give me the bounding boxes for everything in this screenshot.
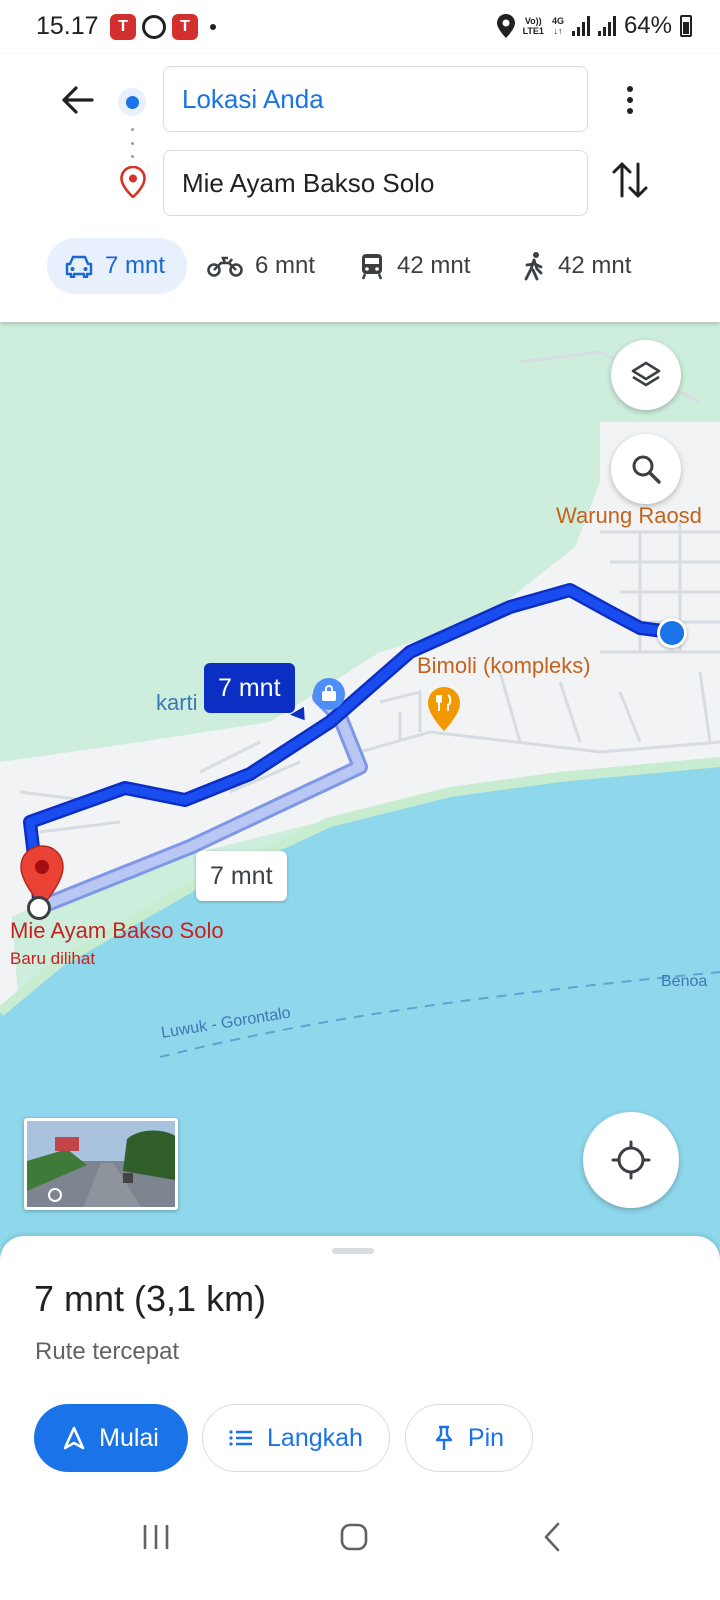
route-end-dot-icon <box>27 896 51 920</box>
place-label-benoa: Benoa <box>661 973 708 990</box>
battery-icon <box>680 15 692 37</box>
destination-pin-icon <box>120 166 146 198</box>
system-navigation-bar <box>0 1500 720 1600</box>
pin-button[interactable]: Pin <box>405 1404 533 1472</box>
destination-text: Mie Ayam Bakso Solo <box>182 167 435 198</box>
swap-directions-button[interactable] <box>610 158 650 202</box>
more-notifications-dot-icon <box>210 24 216 30</box>
transit-icon <box>361 254 383 280</box>
current-location-dot-icon <box>657 618 687 648</box>
steps-button[interactable]: Langkah <box>202 1404 390 1472</box>
street-view-thumbnail[interactable] <box>24 1118 178 1210</box>
origin-dot-icon <box>118 88 146 116</box>
mode-transit-tab[interactable]: 42 mnt <box>359 238 470 294</box>
notification-app-icon: T <box>110 14 136 40</box>
more-options-button[interactable] <box>612 78 648 122</box>
place-label-bimoli[interactable]: Bimoli (kompleks) <box>417 653 591 679</box>
mode-transit-label: 42 mnt <box>397 252 471 279</box>
signal-icon <box>571 16 590 36</box>
car-icon <box>65 255 93 278</box>
mode-motorcycle-tab[interactable]: 6 mnt <box>207 238 315 294</box>
list-icon <box>229 1430 253 1446</box>
primary-route-time: 7 mnt <box>218 673 281 702</box>
destination-map-note: Baru dilihat <box>10 949 96 968</box>
steps-label: Langkah <box>267 1423 363 1452</box>
walk-icon <box>524 252 543 281</box>
layers-button[interactable] <box>611 340 681 410</box>
recent-apps-button[interactable] <box>126 1512 186 1562</box>
shopping-place-icon[interactable] <box>313 678 345 710</box>
route-summary: 7 mnt (3,1 km) <box>34 1278 267 1319</box>
recent-apps-icon <box>143 1525 169 1549</box>
place-label-karti[interactable]: karti <box>156 690 198 716</box>
start-navigation-button[interactable]: Mulai <box>34 1404 188 1472</box>
primary-route-time-chip[interactable]: 7 mnt <box>204 663 295 713</box>
route-description: Rute tercepat <box>35 1338 180 1365</box>
notification-app-icon: T <box>172 14 198 40</box>
back-nav-button[interactable] <box>522 1512 582 1562</box>
route-connector <box>131 128 134 158</box>
motorcycle-icon <box>207 256 243 277</box>
mode-car-label: 7 mnt <box>105 252 166 279</box>
navigation-arrow-icon <box>63 1426 85 1450</box>
directions-header: Lokasi Anda Mie Ayam Bakso Solo 7 mnt 6 … <box>0 54 720 322</box>
signal-icon <box>597 16 616 36</box>
destination-input[interactable]: Mie Ayam Bakso Solo <box>163 150 588 216</box>
pin-label: Pin <box>467 1423 505 1452</box>
network-type-indicator: 4G ↓↑ <box>551 16 564 36</box>
opera-icon <box>142 15 166 39</box>
back-button[interactable] <box>58 80 98 120</box>
pin-icon <box>435 1425 453 1450</box>
mode-car-tab[interactable]: 7 mnt <box>47 238 187 294</box>
travel-mode-tabs: 7 mnt 6 mnt 42 mnt 42 mnt <box>0 238 720 294</box>
status-time: 15.17 <box>36 12 99 40</box>
mode-walk-tab[interactable]: 42 mnt <box>522 238 631 294</box>
restaurant-place-icon[interactable] <box>426 686 462 732</box>
back-arrow-icon <box>62 86 94 114</box>
origin-input[interactable]: Lokasi Anda <box>163 66 588 132</box>
layers-icon <box>631 361 661 387</box>
location-icon <box>496 14 515 38</box>
map-view[interactable]: Warung Raosd Bimoli (kompleks) karti Mie… <box>0 322 720 1272</box>
sheet-drag-handle[interactable] <box>332 1248 374 1254</box>
search-along-route-button[interactable] <box>611 434 681 504</box>
home-button[interactable] <box>324 1512 384 1562</box>
start-label: Mulai <box>99 1423 159 1452</box>
origin-text: Lokasi Anda <box>182 83 324 114</box>
status-indicators: Vo)) LTE1 4G ↓↑ 64% <box>496 12 692 40</box>
battery-percent: 64% <box>623 12 672 39</box>
alternate-route-time-chip[interactable]: 7 mnt <box>196 851 287 901</box>
notification-icons: T T <box>110 14 216 40</box>
mode-walk-label: 42 mnt <box>558 252 632 279</box>
place-label-warung[interactable]: Warung Raosd <box>556 503 702 529</box>
status-bar: 15.17 T T Vo)) LTE1 4G ↓↑ 64% <box>0 0 720 54</box>
street-view-image <box>27 1121 175 1207</box>
my-location-icon <box>611 1140 651 1180</box>
home-icon <box>340 1523 368 1551</box>
volte-indicator: Vo)) LTE1 <box>522 16 544 36</box>
my-location-button[interactable] <box>583 1112 679 1208</box>
chevron-left-icon <box>544 1522 560 1552</box>
mode-motorcycle-label: 6 mnt <box>255 252 316 279</box>
alternate-route-time: 7 mnt <box>210 861 273 890</box>
search-icon <box>632 455 661 484</box>
destination-map-label[interactable]: Mie Ayam Bakso Solo <box>10 918 224 944</box>
